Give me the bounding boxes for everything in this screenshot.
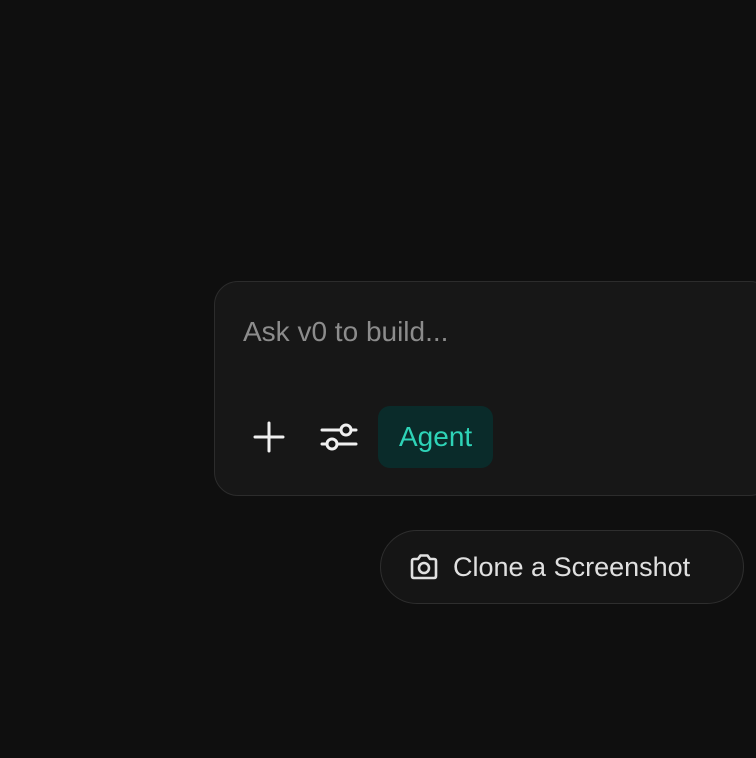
- agent-mode-button[interactable]: Agent: [378, 406, 494, 468]
- prompt-input[interactable]: [243, 312, 723, 352]
- settings-button[interactable]: [313, 412, 365, 464]
- camera-icon: [408, 552, 440, 582]
- clone-screenshot-button[interactable]: Clone a Screenshot: [380, 530, 744, 604]
- plus-icon: [252, 420, 286, 457]
- add-attachment-button[interactable]: [243, 412, 295, 464]
- agent-label: Agent: [399, 421, 473, 452]
- prompt-area: Agent: [0, 0, 756, 758]
- page: Agent Clone a Screenshot: [0, 0, 756, 758]
- clone-label: Clone a Screenshot: [453, 551, 691, 582]
- prompt-box[interactable]: Agent: [214, 281, 756, 496]
- sliders-icon: [320, 420, 358, 457]
